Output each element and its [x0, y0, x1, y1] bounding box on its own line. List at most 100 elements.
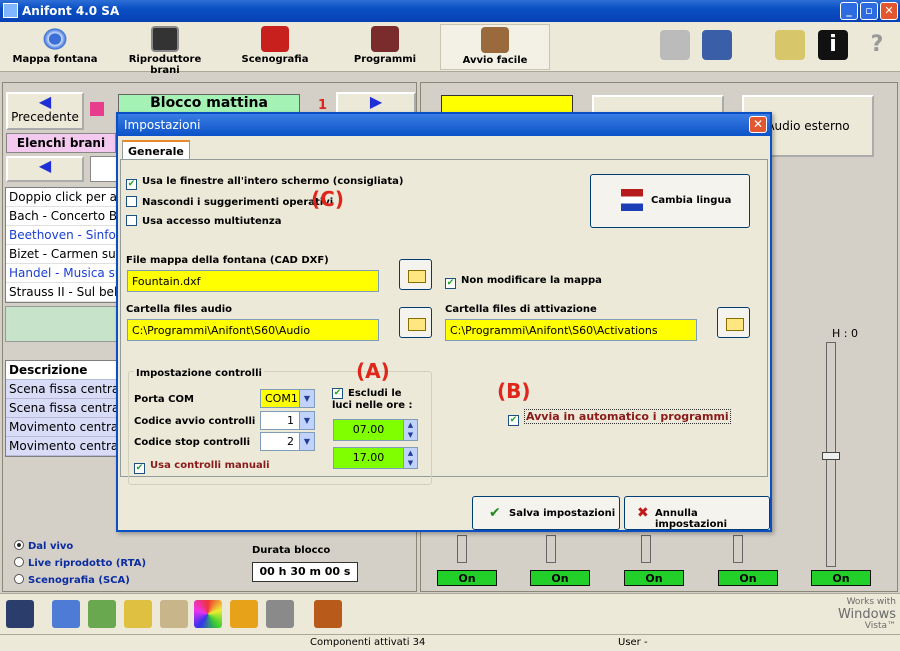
chart-icon[interactable] — [88, 600, 116, 628]
cambia-lingua-button[interactable]: Cambia lingua — [590, 174, 750, 228]
durata-value: 00 h 30 m 00 s — [252, 562, 358, 582]
list-item[interactable]: Doppio click per a — [6, 188, 119, 207]
fullscreen-checkbox[interactable]: ✔ Usa le finestre all'intero schermo (con… — [126, 176, 404, 190]
list-item[interactable]: Scena fissa centra — [6, 380, 119, 399]
list-item[interactable]: Movimento centrale — [6, 437, 119, 456]
toolbar-label: Mappa fontana — [12, 54, 98, 65]
title-bar: Anifont 4.0 SA _ ▫ ✕ — [0, 0, 900, 22]
edit-icon[interactable] — [52, 600, 80, 628]
salva-label: Salva impostazioni — [509, 508, 616, 519]
arrow-left-icon: ◀ — [38, 156, 52, 175]
checkbox-box — [126, 196, 137, 207]
porta-com-select[interactable]: COM1 ▼ — [260, 389, 315, 408]
radio-dot — [14, 540, 24, 550]
music-note-icon[interactable] — [660, 30, 690, 60]
color-wheel-icon[interactable] — [194, 600, 222, 628]
list-item[interactable]: Bach - Concerto Bi — [6, 207, 119, 226]
checkbox-label: Non modificare la mappa — [461, 275, 602, 286]
folder-open-icon[interactable] — [399, 259, 432, 290]
list-item[interactable]: Movimento centrale — [6, 418, 119, 437]
radio-label: Dal vivo — [28, 541, 74, 552]
toolbar-riproduttore[interactable]: Riproduttore brani — [115, 24, 215, 76]
annotation-b: (B) — [497, 379, 531, 403]
ora-end-spinner[interactable]: 17.00 ▲ ▼ — [333, 447, 418, 469]
toolbar-mappa-fontana[interactable]: Mappa fontana — [10, 24, 100, 70]
dialog-title-bar: Impostazioni ✕ — [118, 114, 770, 136]
fader-track[interactable] — [733, 535, 743, 563]
fader-track[interactable] — [641, 535, 651, 563]
toolbar-scenografia[interactable]: Scenografia — [240, 24, 310, 70]
radio-scenografia[interactable]: Scenografia (SCA) — [14, 574, 130, 586]
on-indicator[interactable]: On — [811, 570, 871, 586]
previous-button[interactable]: ◀ Precedente — [6, 92, 84, 130]
checklist-icon[interactable] — [775, 30, 805, 60]
avvia-auto-checkbox[interactable]: ✔ Avvia in automatico i programmi — [508, 409, 731, 426]
help-icon[interactable]: ? — [862, 30, 892, 60]
flower-icon[interactable] — [160, 600, 188, 628]
mask-icon[interactable] — [230, 600, 258, 628]
list-field[interactable] — [90, 156, 118, 182]
codice-stop-select[interactable]: 2 ▼ — [260, 432, 315, 451]
dialog-close-button[interactable]: ✕ — [749, 116, 767, 133]
salva-button[interactable]: ✔ Salva impostazioni — [472, 496, 620, 530]
vista-logo: Works with Windows Vista™ — [808, 597, 896, 633]
arrow-right-icon: ▶ — [369, 92, 383, 111]
info-icon[interactable]: i — [818, 30, 848, 60]
ora-start-spinner[interactable]: 07.00 ▲ ▼ — [333, 419, 418, 441]
multiuser-checkbox[interactable]: Usa accesso multiutenza — [126, 215, 282, 227]
tools-icon[interactable] — [702, 30, 732, 60]
checkbox-label: Avvia in automatico i programmi — [524, 409, 731, 424]
codice-avvio-select[interactable]: 1 ▼ — [260, 411, 315, 430]
escludi-luci-checkbox[interactable]: ✔ Escludi le luci nelle ore : — [332, 388, 424, 412]
list-item[interactable]: Beethoven - Sinfon — [6, 226, 119, 245]
spinner-arrows-icon[interactable]: ▲ ▼ — [403, 420, 417, 440]
toolbar-programmi[interactable]: Programmi — [350, 24, 420, 70]
folder-open-icon[interactable] — [399, 307, 432, 338]
on-indicator[interactable]: On — [718, 570, 778, 586]
radio-live[interactable]: Live riprodotto (RTA) — [14, 557, 146, 569]
usa-controlli-checkbox[interactable]: ✔ Usa controlli manuali — [134, 460, 270, 474]
next-button[interactable]: ▶ — [336, 92, 416, 114]
durata-label: Durata blocco — [252, 545, 331, 556]
file-mappa-input[interactable]: Fountain.dxf — [127, 270, 379, 292]
maximize-button[interactable]: ▫ — [860, 2, 878, 20]
cartella-attiv-input[interactable]: C:\Programmi\Anifont\S60\Activations — [445, 319, 697, 341]
list-item[interactable]: Scena fissa centra — [6, 399, 119, 418]
song-list: Doppio click per a Bach - Concerto Bi Be… — [5, 187, 120, 303]
list-item[interactable]: Handel - Musica su — [6, 264, 119, 283]
description-list: Descrizione Scena fissa centra Scena fis… — [5, 360, 120, 457]
close-button[interactable]: ✕ — [880, 2, 898, 20]
controlli-group-title: Impostazione controlli — [134, 368, 264, 379]
spinner-arrows-icon[interactable]: ▲ ▼ — [403, 448, 417, 468]
on-indicator[interactable]: On — [624, 570, 684, 586]
list-item[interactable]: Strauss II - Sul bel — [6, 283, 119, 302]
save-disk-icon[interactable] — [6, 600, 34, 628]
transfer-icon[interactable] — [266, 600, 294, 628]
fader-handle[interactable] — [822, 452, 840, 460]
toolbar-label: Riproduttore brani — [128, 54, 202, 76]
toolbar-avvio-facile[interactable]: Avvio facile — [440, 24, 550, 70]
checkmark-icon: ✔ — [508, 415, 519, 426]
hide-tips-checkbox[interactable]: Nascondi i suggerimenti operativi — [126, 196, 333, 208]
annotation-a: (A) — [356, 359, 390, 383]
folder-open-icon[interactable] — [717, 307, 750, 338]
cartella-attiv-label: Cartella files di attivazione — [445, 304, 597, 315]
list-prev-button[interactable]: ◀ — [6, 156, 84, 182]
cartella-audio-label: Cartella files audio — [126, 304, 233, 315]
non-modificare-checkbox[interactable]: ✔ Non modificare la mappa — [445, 275, 602, 289]
cartella-audio-input[interactable]: C:\Programmi\Anifont\S60\Audio — [127, 319, 379, 341]
hand-icon — [481, 27, 509, 53]
person-icon[interactable] — [124, 600, 152, 628]
fader-track[interactable] — [546, 535, 556, 563]
list-item[interactable]: Bizet - Carmen sui — [6, 245, 119, 264]
on-indicator[interactable]: On — [437, 570, 497, 586]
annulla-button[interactable]: ✖ Annulla impostazioni — [624, 496, 770, 530]
tab-generale[interactable]: Generale — [122, 140, 190, 160]
radio-dal-vivo[interactable]: Dal vivo — [14, 540, 73, 552]
toolbar-label: Avvio facile — [462, 55, 528, 66]
minimize-button[interactable]: _ — [840, 2, 858, 20]
dialog-title: Impostazioni — [124, 118, 201, 132]
on-indicator[interactable]: On — [530, 570, 590, 586]
fader-track[interactable] — [457, 535, 467, 563]
cube-icon[interactable] — [314, 600, 342, 628]
